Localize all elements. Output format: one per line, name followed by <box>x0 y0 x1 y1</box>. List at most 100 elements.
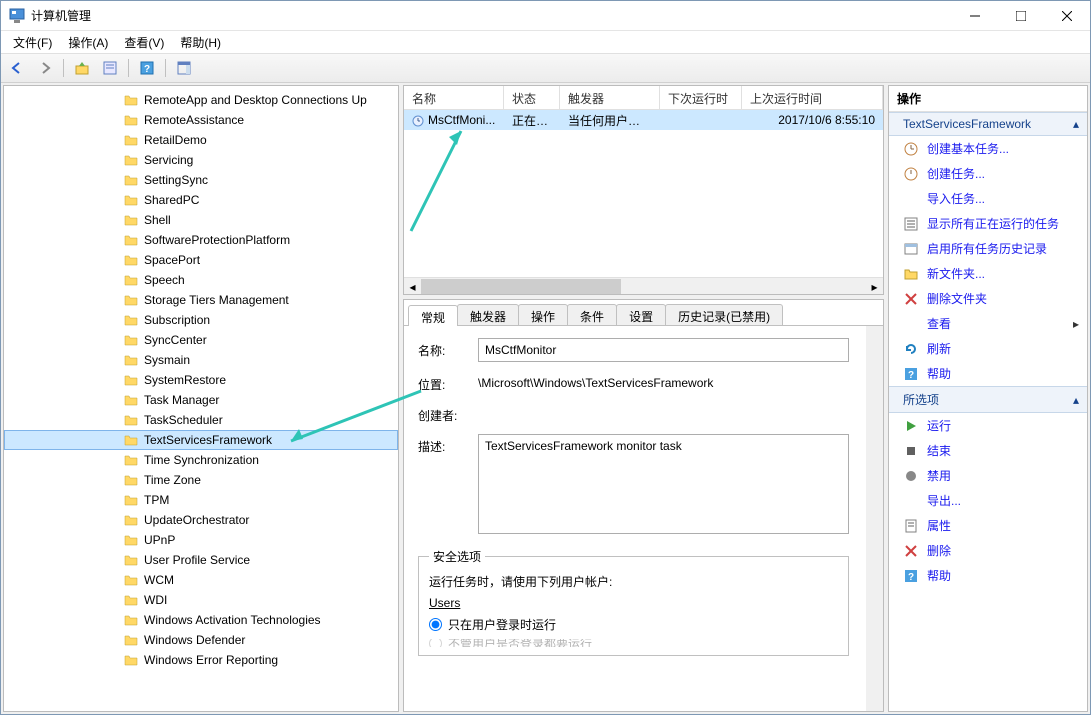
action-show-running[interactable]: 显示所有正在运行的任务 <box>889 211 1087 236</box>
properties-button[interactable] <box>98 57 122 79</box>
minimize-button[interactable] <box>952 1 998 31</box>
desc-field[interactable]: TextServicesFramework monitor task <box>478 434 849 534</box>
radio-any[interactable] <box>429 639 442 647</box>
action-export[interactable]: 导出... <box>889 488 1087 513</box>
folder-icon <box>124 614 138 626</box>
tab-general[interactable]: 常规 <box>408 305 458 326</box>
action-new-folder[interactable]: 新文件夹... <box>889 261 1087 286</box>
delete-icon <box>903 543 919 559</box>
list-row[interactable]: MsCtfMoni... 正在运行 当任何用户登录时 2017/10/6 8:5… <box>404 110 883 130</box>
tree-item[interactable]: Windows Error Reporting <box>4 650 398 670</box>
action-refresh[interactable]: 刷新 <box>889 336 1087 361</box>
tree-item[interactable]: SettingSync <box>4 170 398 190</box>
menu-action[interactable]: 操作(A) <box>60 32 116 53</box>
back-button[interactable] <box>5 57 29 79</box>
menu-view[interactable]: 查看(V) <box>116 32 172 53</box>
action-import[interactable]: 导入任务... <box>889 186 1087 211</box>
tree-label: Windows Error Reporting <box>144 653 278 667</box>
tree-label: TaskScheduler <box>144 413 223 427</box>
list-header: 名称 状态 触发器 下次运行时间 上次运行时间 <box>404 86 883 110</box>
menu-file[interactable]: 文件(F) <box>5 32 60 53</box>
tree-label: Time Synchronization <box>144 453 259 467</box>
col-lastrun[interactable]: 上次运行时间 <box>742 86 883 109</box>
horizontal-scrollbar[interactable]: ◂ ▸ <box>404 277 883 294</box>
tree-item[interactable]: SyncCenter <box>4 330 398 350</box>
action-delete[interactable]: 删除 <box>889 538 1087 563</box>
tree-item[interactable]: Servicing <box>4 150 398 170</box>
tab-settings[interactable]: 设置 <box>616 304 666 325</box>
tab-actions[interactable]: 操作 <box>518 304 568 325</box>
tree-item[interactable]: RemoteAssistance <box>4 110 398 130</box>
tab-content: 名称: MsCtfMonitor 位置: \Microsoft\Windows\… <box>404 326 883 711</box>
svg-text:?: ? <box>908 572 914 583</box>
action-end[interactable]: 结束 <box>889 438 1087 463</box>
tree-item[interactable]: SharedPC <box>4 190 398 210</box>
action-create[interactable]: 创建任务... <box>889 161 1087 186</box>
tree-item[interactable]: SoftwareProtectionPlatform <box>4 230 398 250</box>
tree-item[interactable]: Time Synchronization <box>4 450 398 470</box>
close-button[interactable] <box>1044 1 1090 31</box>
tree-item[interactable]: Time Zone <box>4 470 398 490</box>
action-help-1[interactable]: ?帮助 <box>889 361 1087 386</box>
col-nextrun[interactable]: 下次运行时间 <box>660 86 742 109</box>
tree-item[interactable]: Speech <box>4 270 398 290</box>
pane-button[interactable] <box>172 57 196 79</box>
col-name[interactable]: 名称 <box>404 86 504 109</box>
tree-item[interactable]: UpdateOrchestrator <box>4 510 398 530</box>
tree-item[interactable]: Sysmain <box>4 350 398 370</box>
help-button[interactable]: ? <box>135 57 159 79</box>
tree-item[interactable]: Windows Activation Technologies <box>4 610 398 630</box>
forward-button[interactable] <box>33 57 57 79</box>
tree-item[interactable]: SystemRestore <box>4 370 398 390</box>
tree-item[interactable]: RetailDemo <box>4 130 398 150</box>
action-properties[interactable]: 属性 <box>889 513 1087 538</box>
task-trigger: 当任何用户登录时 <box>560 110 660 131</box>
action-group-2[interactable]: 所选项▴ <box>889 386 1087 413</box>
tab-history[interactable]: 历史记录(已禁用) <box>665 304 783 325</box>
tab-conditions[interactable]: 条件 <box>567 304 617 325</box>
tree-item[interactable]: RemoteApp and Desktop Connections Up <box>4 90 398 110</box>
vertical-scrollbar[interactable] <box>866 326 883 711</box>
radio-logged-on[interactable] <box>429 618 442 631</box>
tree-item[interactable]: SpacePort <box>4 250 398 270</box>
tree-label: RemoteApp and Desktop Connections Up <box>144 93 367 107</box>
menu-help[interactable]: 帮助(H) <box>172 32 229 53</box>
tree-item[interactable]: TextServicesFramework <box>4 430 398 450</box>
up-button[interactable] <box>70 57 94 79</box>
maximize-button[interactable] <box>998 1 1044 31</box>
tree-item[interactable]: Task Manager <box>4 390 398 410</box>
tree-item[interactable]: UPnP <box>4 530 398 550</box>
tab-triggers[interactable]: 触发器 <box>457 304 519 325</box>
name-field[interactable]: MsCtfMonitor <box>478 338 849 362</box>
tree-item[interactable]: TPM <box>4 490 398 510</box>
action-delete-folder[interactable]: 删除文件夹 <box>889 286 1087 311</box>
svg-text:?: ? <box>144 64 150 75</box>
col-trigger[interactable]: 触发器 <box>560 86 660 109</box>
tree-item[interactable]: User Profile Service <box>4 550 398 570</box>
action-disable[interactable]: 禁用 <box>889 463 1087 488</box>
action-group-1[interactable]: TextServicesFramework▴ <box>889 112 1087 136</box>
folder-icon <box>124 194 138 206</box>
location-label: 位置: <box>418 372 478 393</box>
tree-item[interactable]: Shell <box>4 210 398 230</box>
tree-label: SpacePort <box>144 253 200 267</box>
task-lastrun: 2017/10/6 8:55:10 <box>742 111 883 129</box>
folder-icon <box>124 334 138 346</box>
tree-item[interactable]: WCM <box>4 570 398 590</box>
action-create-basic[interactable]: 创建基本任务... <box>889 136 1087 161</box>
action-view[interactable]: 查看 <box>889 311 1087 336</box>
action-help-2[interactable]: ?帮助 <box>889 563 1087 588</box>
action-run[interactable]: 运行 <box>889 413 1087 438</box>
tree-item[interactable]: WDI <box>4 590 398 610</box>
folder-icon <box>124 394 138 406</box>
col-status[interactable]: 状态 <box>504 86 560 109</box>
tree-panel[interactable]: RemoteApp and Desktop Connections Up Remo… <box>3 85 399 712</box>
tree-item[interactable]: Subscription <box>4 310 398 330</box>
tree-item[interactable]: Storage Tiers Management <box>4 290 398 310</box>
tree-label: SyncCenter <box>144 333 207 347</box>
tree-item[interactable]: TaskScheduler <box>4 410 398 430</box>
list-body[interactable]: MsCtfMoni... 正在运行 当任何用户登录时 2017/10/6 8:5… <box>404 110 883 277</box>
action-enable-history[interactable]: 启用所有任务历史记录 <box>889 236 1087 261</box>
stop-icon <box>903 443 919 459</box>
tree-item[interactable]: Windows Defender <box>4 630 398 650</box>
